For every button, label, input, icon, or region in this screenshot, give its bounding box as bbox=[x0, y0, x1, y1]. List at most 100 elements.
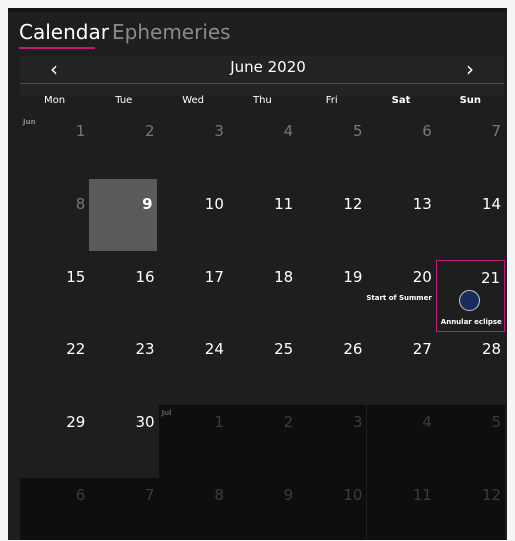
day-number: 12 bbox=[343, 194, 363, 213]
day-number: 29 bbox=[66, 413, 86, 432]
day-cell[interactable]: 8 bbox=[158, 478, 228, 540]
day-number: 23 bbox=[135, 340, 155, 359]
day-cell[interactable]: 21 Annular eclipse bbox=[435, 259, 506, 333]
day-number: 30 bbox=[135, 413, 155, 432]
day-number: 10 bbox=[343, 486, 363, 504]
day-cell[interactable]: 11 bbox=[366, 478, 436, 540]
day-cell[interactable]: 20 Start of Summer bbox=[366, 260, 436, 333]
day-cell[interactable]: 2 bbox=[227, 405, 298, 478]
day-cell[interactable]: 7 bbox=[436, 114, 505, 187]
day-cell[interactable]: 24 bbox=[159, 332, 228, 405]
eclipse-icon bbox=[458, 289, 480, 311]
day-cell[interactable]: 15 bbox=[20, 260, 89, 333]
day-number: 21 bbox=[481, 268, 501, 287]
weekday-label: Thu bbox=[252, 95, 272, 106]
day-number: 6 bbox=[75, 486, 86, 504]
day-number: 8 bbox=[75, 194, 86, 213]
day-cell[interactable]: 10 bbox=[297, 478, 367, 540]
month-title: June 2020 bbox=[230, 58, 306, 76]
day-number: 2 bbox=[283, 413, 294, 432]
day-cell[interactable]: 5 bbox=[297, 114, 366, 187]
month-start-label: Jul bbox=[161, 409, 172, 418]
day-number: 16 bbox=[135, 267, 155, 286]
day-number: 17 bbox=[204, 267, 224, 286]
day-number: 9 bbox=[142, 194, 153, 213]
day-number: 8 bbox=[214, 486, 224, 504]
weekday-label: Sat bbox=[391, 95, 411, 106]
day-cell[interactable]: 29 bbox=[20, 405, 89, 478]
day-cell[interactable]: 6 bbox=[20, 478, 90, 540]
day-cell[interactable]: 10 bbox=[159, 187, 228, 260]
day-cell[interactable]: 4 bbox=[366, 405, 436, 478]
previous-month-button[interactable]: ‹ bbox=[39, 56, 69, 82]
day-number: 5 bbox=[352, 122, 363, 140]
day-number: 22 bbox=[66, 340, 86, 359]
next-month-button[interactable]: › bbox=[455, 56, 485, 82]
day-number: 2 bbox=[145, 122, 155, 140]
event-label: Start of Summer bbox=[366, 293, 432, 302]
day-cell[interactable]: 5 bbox=[435, 405, 506, 478]
active-tab-indicator bbox=[19, 47, 95, 49]
day-number: 7 bbox=[491, 122, 502, 140]
day-cell[interactable]: 12 bbox=[297, 187, 366, 260]
chevron-left-icon: ‹ bbox=[50, 57, 58, 81]
day-cell[interactable]: 13 bbox=[367, 187, 436, 260]
day-number: 18 bbox=[274, 267, 294, 286]
day-cell[interactable]: 3 bbox=[297, 405, 367, 478]
day-cell[interactable]: 26 bbox=[297, 332, 366, 405]
day-cell[interactable]: 12 bbox=[435, 478, 506, 540]
weekday-label: Wed bbox=[182, 95, 204, 106]
day-number: 28 bbox=[482, 340, 502, 359]
day-number: 1 bbox=[75, 122, 86, 140]
weekday-label: Sun bbox=[459, 95, 482, 106]
tab-ephemeries[interactable]: Ephemeries bbox=[112, 20, 231, 44]
title-strip bbox=[8, 8, 507, 12]
day-number: 9 bbox=[283, 486, 294, 504]
calendar-app: Calendar Ephemeries ‹ June 2020 › Mon Tue… bbox=[8, 8, 507, 540]
day-cell[interactable]: 6 bbox=[367, 114, 436, 187]
day-cell[interactable]: 3 bbox=[159, 114, 228, 187]
day-number: 11 bbox=[274, 194, 294, 213]
day-cell[interactable]: 28 bbox=[436, 332, 505, 405]
day-cell[interactable]: 23 bbox=[89, 332, 158, 405]
tab-calendar[interactable]: Calendar bbox=[19, 20, 109, 44]
day-number: 4 bbox=[422, 413, 432, 432]
day-number: 1 bbox=[214, 413, 224, 432]
day-number: 4 bbox=[283, 122, 294, 140]
event-label: Annular eclipse bbox=[440, 317, 502, 326]
day-cell[interactable]: 25 bbox=[228, 332, 297, 405]
day-number: 12 bbox=[482, 486, 502, 504]
day-cell[interactable]: Jul 1 bbox=[158, 405, 228, 478]
day-cell[interactable]: 11 bbox=[228, 187, 297, 260]
day-cell[interactable]: 7 bbox=[89, 478, 159, 540]
day-number: 14 bbox=[482, 194, 502, 213]
day-number: 3 bbox=[352, 413, 363, 432]
day-cell[interactable]: 27 bbox=[367, 332, 436, 405]
chevron-right-icon: › bbox=[466, 57, 474, 81]
day-number: 20 bbox=[412, 267, 432, 286]
day-cell[interactable]: 8 bbox=[20, 187, 89, 260]
day-number: 6 bbox=[422, 122, 432, 140]
weekday-label: Tue bbox=[115, 95, 133, 106]
day-cell[interactable]: 9 bbox=[227, 478, 298, 540]
month-header-divider bbox=[20, 83, 504, 84]
day-cell[interactable]: 22 bbox=[20, 332, 89, 405]
day-cell[interactable]: 30 bbox=[89, 405, 158, 478]
day-number: 3 bbox=[214, 122, 224, 140]
day-number: 13 bbox=[412, 194, 432, 213]
day-cell[interactable]: 17 bbox=[159, 260, 228, 333]
day-cell[interactable]: 14 bbox=[436, 187, 505, 260]
day-cell[interactable]: 9 bbox=[89, 178, 157, 251]
month-start-label: Jun bbox=[23, 118, 36, 126]
day-cell[interactable]: Jun 1 bbox=[20, 114, 89, 187]
weekday-label: Fri bbox=[325, 95, 338, 106]
day-cell[interactable]: 16 bbox=[89, 260, 158, 333]
day-cell[interactable]: 4 bbox=[228, 114, 297, 187]
day-cell[interactable]: 18 bbox=[228, 260, 297, 333]
day-cell[interactable]: 2 bbox=[89, 114, 158, 187]
day-cell[interactable]: 19 bbox=[297, 260, 366, 333]
weekday-label: Mon bbox=[43, 95, 66, 106]
day-number: 27 bbox=[412, 340, 432, 359]
day-number: 7 bbox=[145, 486, 155, 504]
day-number: 19 bbox=[343, 267, 363, 286]
